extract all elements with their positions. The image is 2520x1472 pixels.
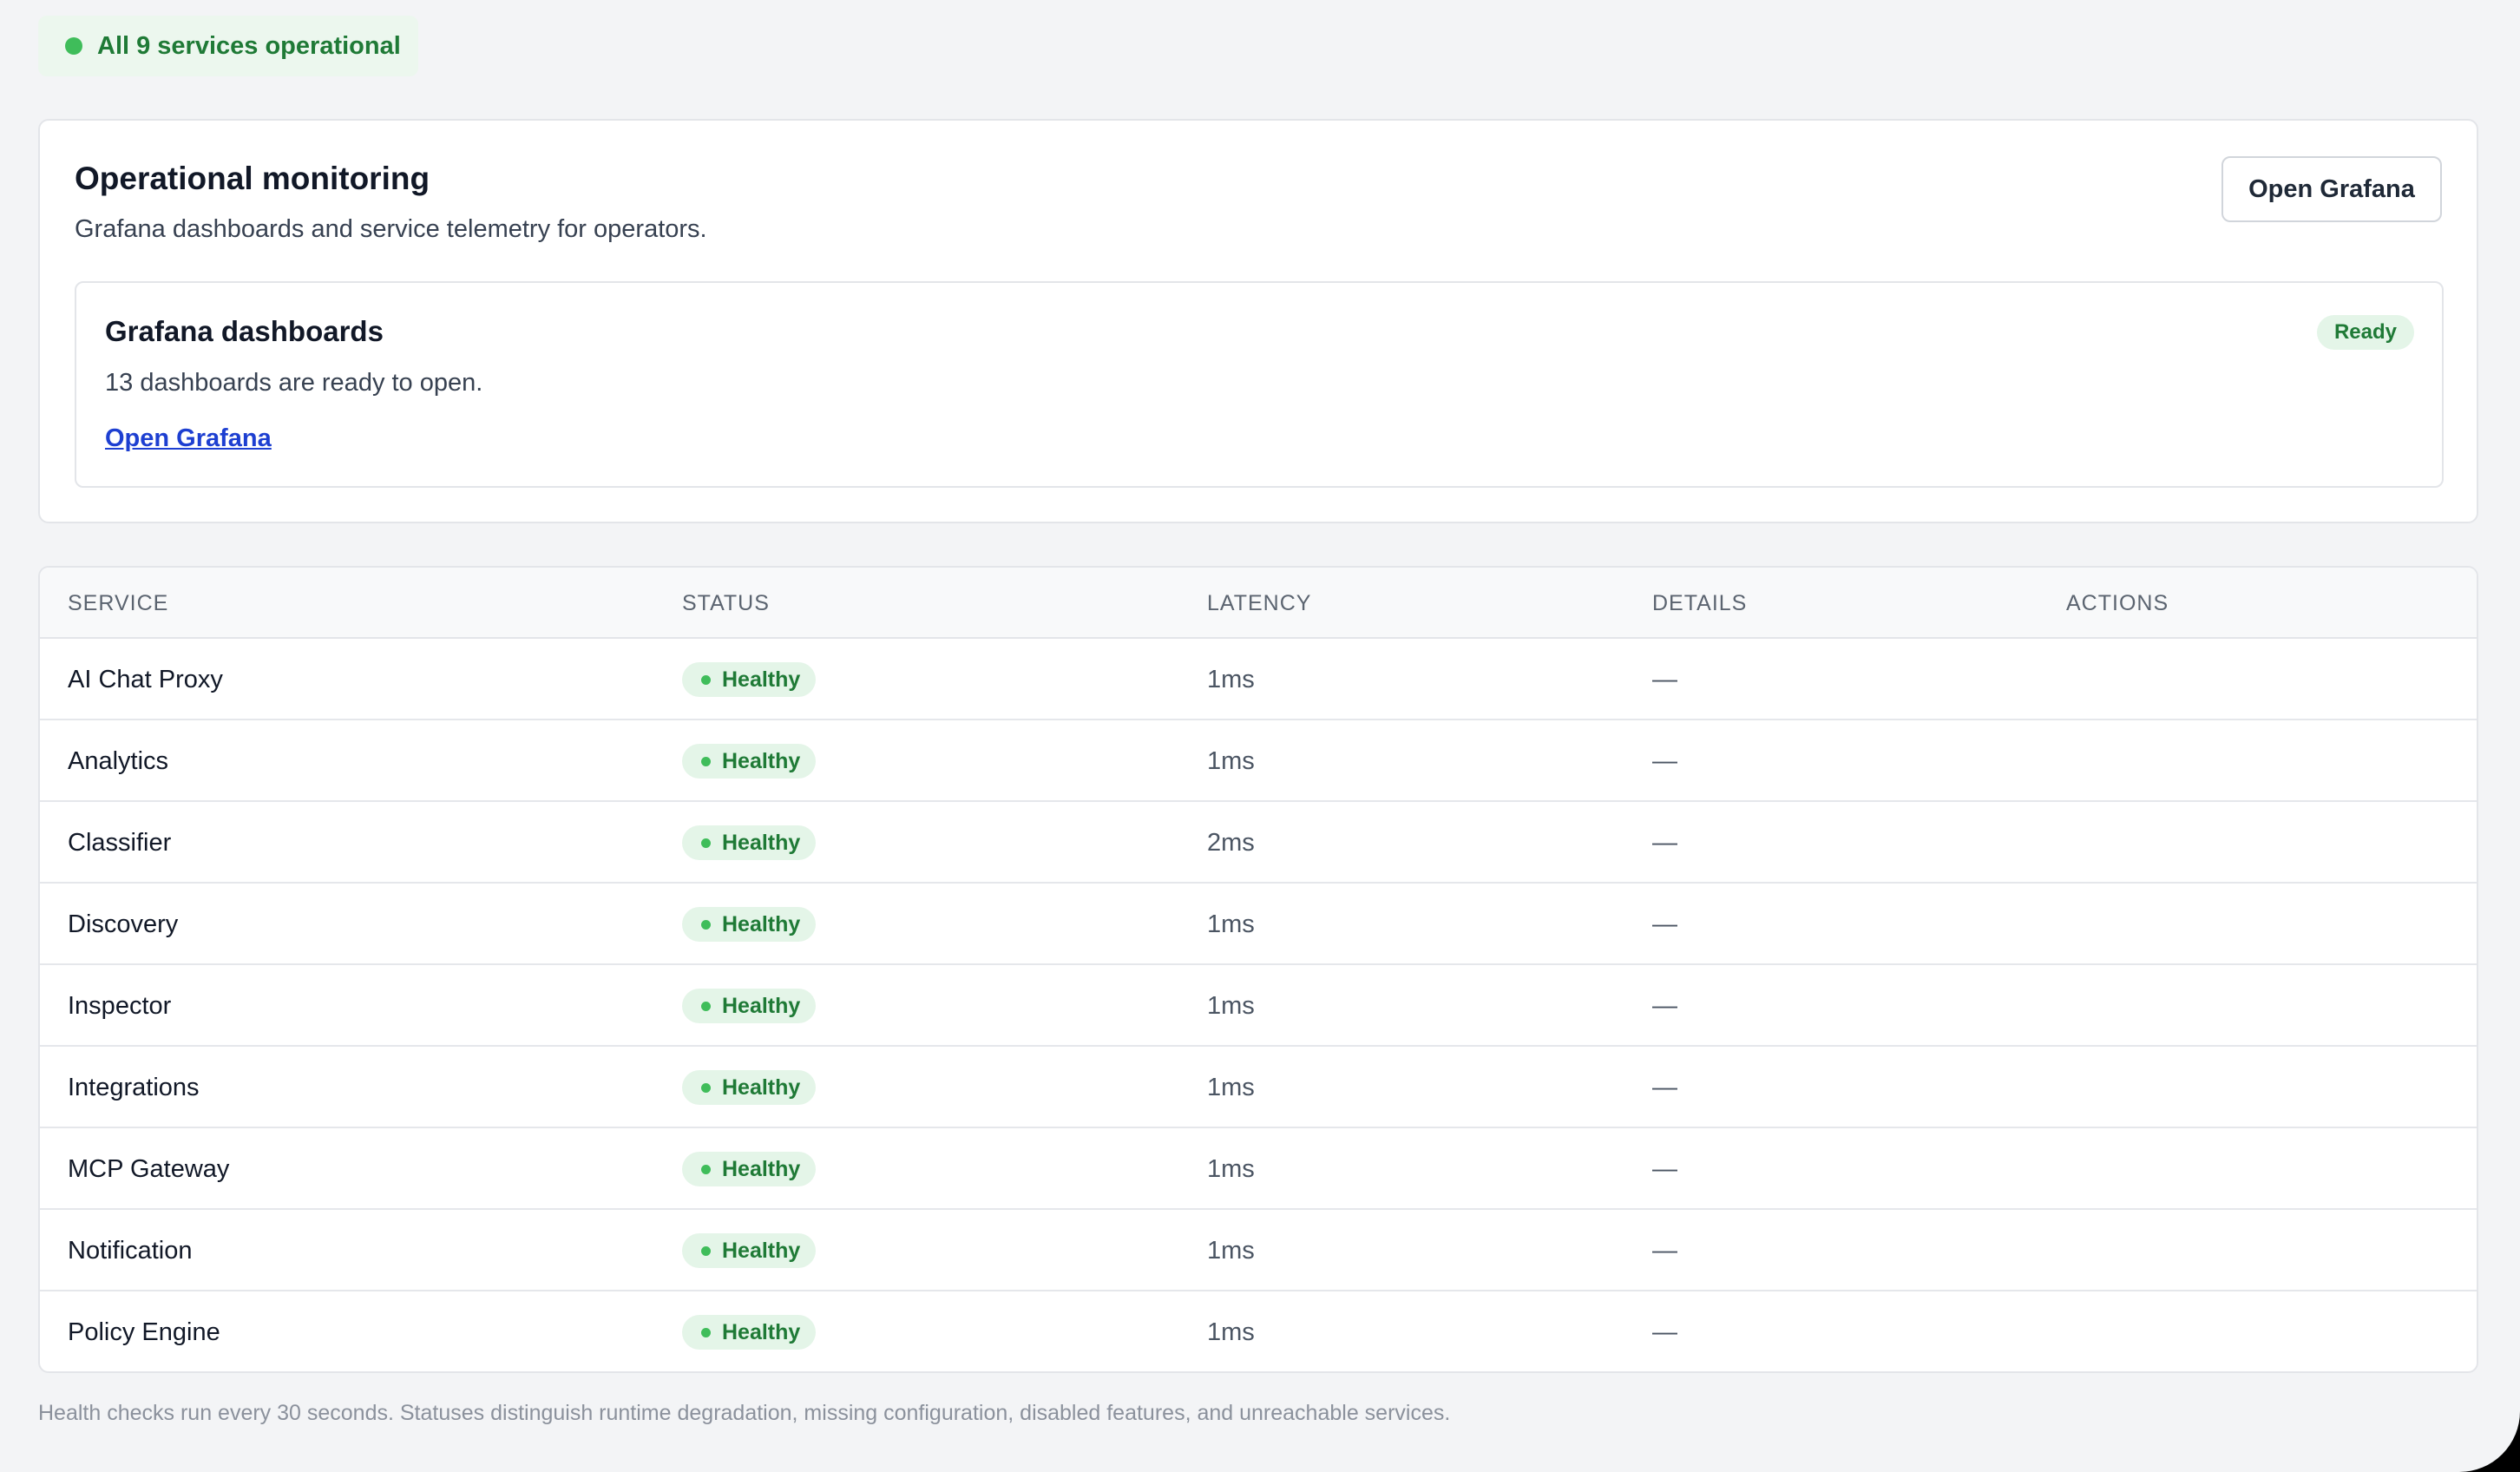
service-name: Analytics [68, 746, 169, 775]
column-header-details[interactable]: DETAILS [1652, 568, 1747, 639]
open-grafana-button[interactable]: Open Grafana [2221, 156, 2442, 222]
details-value: — [1652, 1318, 1677, 1346]
services-table: SERVICE STATUS LATENCY DETAILS ACTIONS A… [38, 566, 2478, 1373]
status-badge: Healthy [682, 825, 817, 860]
status-badge: Healthy [682, 1152, 817, 1186]
status-cell: Healthy [682, 720, 817, 802]
status-cell: Healthy [682, 1291, 817, 1371]
status-dot-icon [65, 37, 82, 55]
monitoring-title: Operational monitoring [75, 161, 430, 196]
status-dot-icon [701, 1001, 711, 1011]
service-name: Inspector [68, 991, 172, 1020]
grafana-dashboards-card: Grafana dashboards 13 dashboards are rea… [75, 281, 2444, 488]
details-value: — [1652, 828, 1677, 857]
status-dot-icon [701, 674, 711, 685]
column-header-status[interactable]: STATUS [682, 568, 770, 639]
details-value: — [1652, 746, 1677, 775]
status-cell: Healthy [682, 802, 817, 884]
latency-value: 1ms [1207, 1236, 1255, 1265]
table-row: Policy Engine Healthy 1ms — [40, 1291, 2477, 1371]
ready-badge: Ready [2316, 315, 2414, 350]
details-value: — [1652, 1154, 1677, 1183]
status-label: Healthy [722, 830, 801, 855]
page: All 9 services operational Operational m… [0, 0, 2520, 1472]
status-cell: Healthy [682, 1128, 817, 1210]
status-label: Healthy [722, 993, 801, 1018]
table-header: SERVICE STATUS LATENCY DETAILS ACTIONS [40, 568, 2477, 639]
status-dot-icon [701, 838, 711, 848]
details-value: — [1652, 991, 1677, 1020]
table-row: Analytics Healthy 1ms — [40, 720, 2477, 802]
latency-value: 1ms [1207, 746, 1255, 775]
status-badge: Healthy [682, 1233, 817, 1268]
latency-value: 1ms [1207, 665, 1255, 693]
table-row: Discovery Healthy 1ms — [40, 884, 2477, 965]
status-cell: Healthy [682, 965, 817, 1047]
column-header-latency[interactable]: LATENCY [1207, 568, 1311, 639]
status-label: Healthy [722, 1238, 801, 1263]
table-row: Notification Healthy 1ms — [40, 1210, 2477, 1291]
table-row: Inspector Healthy 1ms — [40, 965, 2477, 1047]
status-label: Healthy [722, 911, 801, 936]
status-dot-icon [701, 1245, 711, 1256]
table-row: MCP Gateway Healthy 1ms — [40, 1128, 2477, 1210]
status-badge: Healthy [682, 1070, 817, 1105]
open-grafana-link[interactable]: Open Grafana [105, 424, 272, 453]
status-cell: Healthy [682, 1047, 817, 1128]
details-value: — [1652, 1073, 1677, 1101]
details-value: — [1652, 1236, 1677, 1265]
overall-status-text: All 9 services operational [97, 31, 401, 60]
service-name: Notification [68, 1236, 193, 1265]
table-row: Integrations Healthy 1ms — [40, 1047, 2477, 1128]
status-label: Healthy [722, 1074, 801, 1100]
column-header-actions[interactable]: ACTIONS [2066, 568, 2169, 639]
table-body: AI Chat Proxy Healthy 1ms — Analytics He… [40, 639, 2477, 1371]
dashboards-title: Grafana dashboards [105, 315, 384, 347]
status-dot-icon [701, 1082, 711, 1093]
latency-value: 1ms [1207, 910, 1255, 938]
service-name: Discovery [68, 910, 179, 938]
status-cell: Healthy [682, 884, 817, 965]
monitoring-subtitle: Grafana dashboards and service telemetry… [75, 215, 707, 243]
service-name: AI Chat Proxy [68, 665, 223, 693]
service-name: Integrations [68, 1073, 200, 1101]
details-value: — [1652, 665, 1677, 693]
status-dot-icon [701, 1164, 711, 1174]
latency-value: 1ms [1207, 1073, 1255, 1101]
latency-value: 1ms [1207, 1154, 1255, 1183]
latency-value: 2ms [1207, 828, 1255, 857]
column-header-service[interactable]: SERVICE [68, 568, 168, 639]
operational-monitoring-card: Operational monitoring Grafana dashboard… [38, 119, 2478, 523]
table-row: AI Chat Proxy Healthy 1ms — [40, 639, 2477, 720]
status-dot-icon [701, 756, 711, 766]
status-badge: Healthy [682, 907, 817, 942]
health-check-footnote: Health checks run every 30 seconds. Stat… [38, 1401, 1451, 1425]
overall-status-banner: All 9 services operational [38, 16, 418, 76]
status-badge: Healthy [682, 662, 817, 697]
table-row: Classifier Healthy 2ms — [40, 802, 2477, 884]
latency-value: 1ms [1207, 991, 1255, 1020]
status-label: Healthy [722, 667, 801, 692]
service-name: MCP Gateway [68, 1154, 230, 1183]
latency-value: 1ms [1207, 1318, 1255, 1346]
status-label: Healthy [722, 1156, 801, 1181]
status-badge: Healthy [682, 744, 817, 779]
status-dot-icon [701, 1327, 711, 1337]
status-cell: Healthy [682, 639, 817, 720]
status-label: Healthy [722, 748, 801, 773]
service-name: Policy Engine [68, 1318, 220, 1346]
status-dot-icon [701, 919, 711, 930]
status-label: Healthy [722, 1319, 801, 1344]
status-badge: Healthy [682, 1315, 817, 1350]
details-value: — [1652, 910, 1677, 938]
status-cell: Healthy [682, 1210, 817, 1291]
service-name: Classifier [68, 828, 172, 857]
status-badge: Healthy [682, 989, 817, 1023]
dashboards-description: 13 dashboards are ready to open. [105, 369, 483, 397]
